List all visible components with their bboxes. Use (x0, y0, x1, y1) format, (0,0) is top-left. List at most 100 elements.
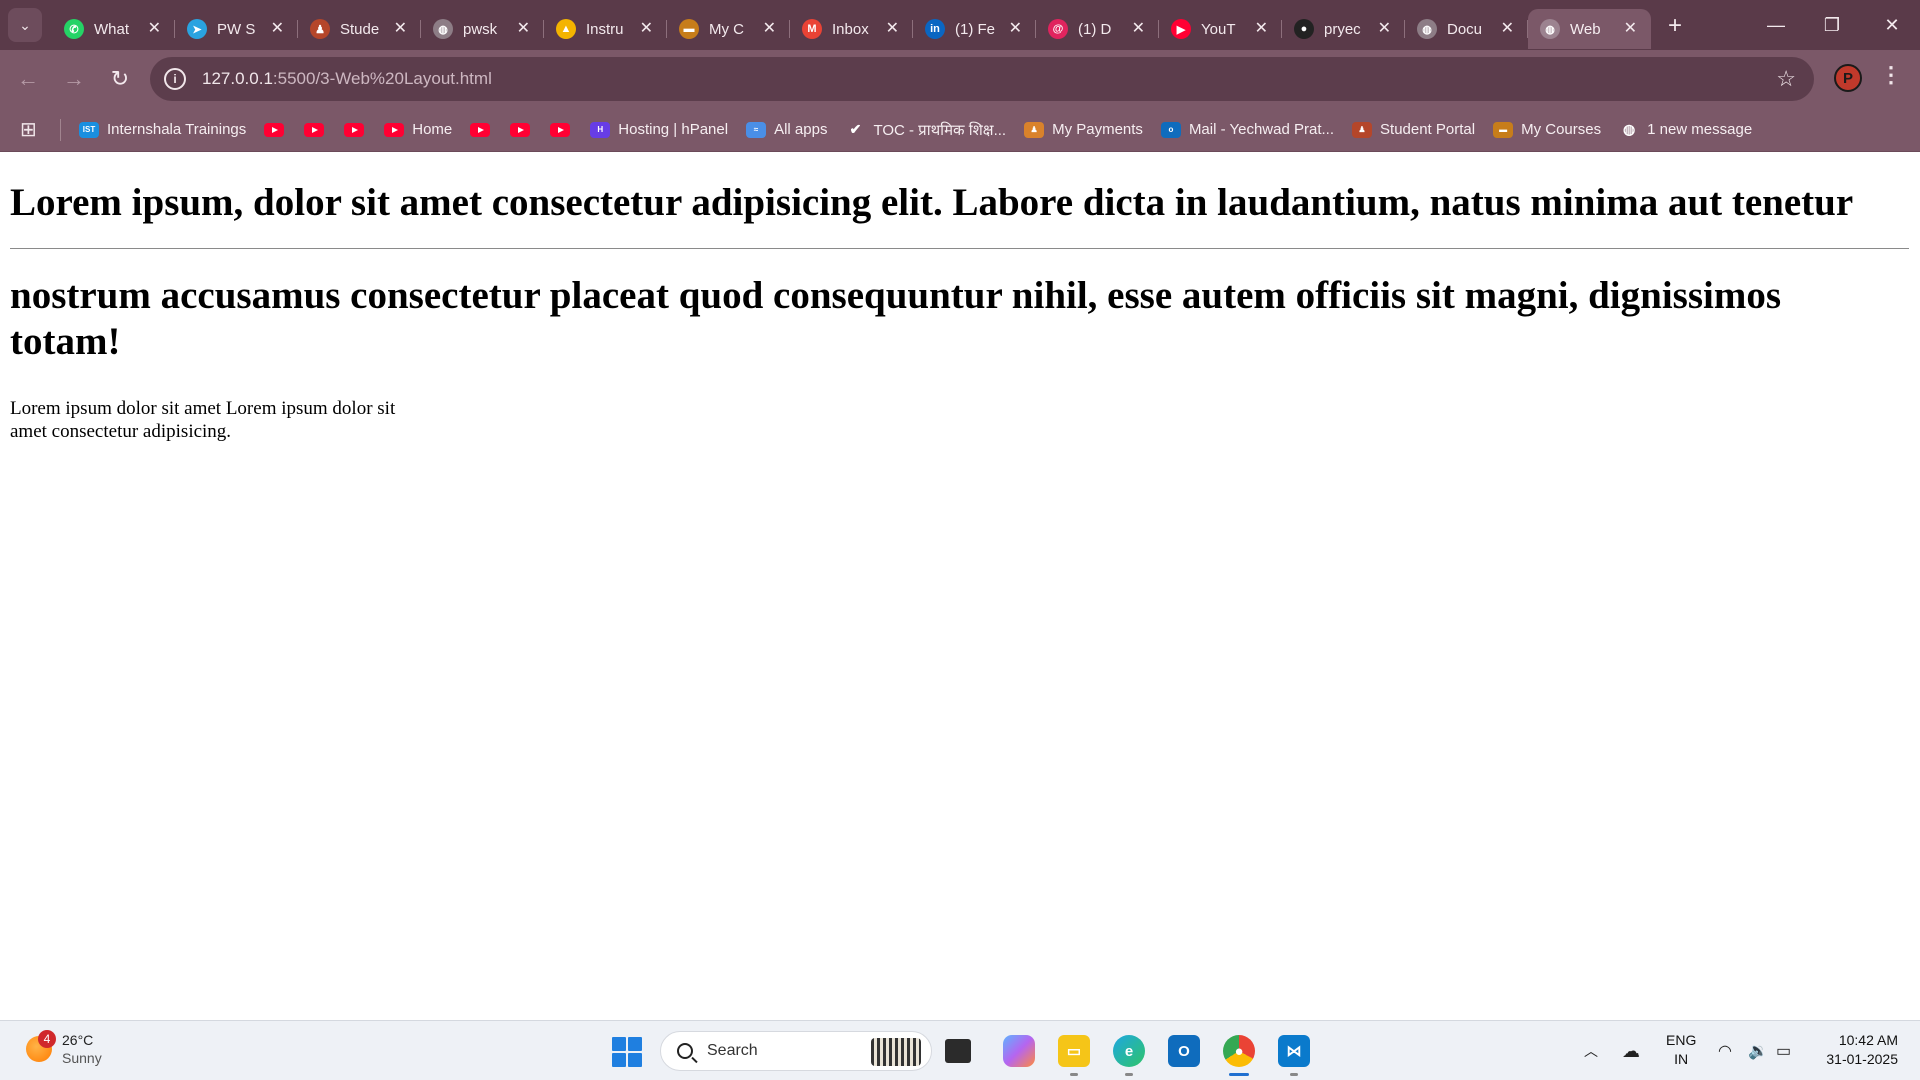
chrome-icon[interactable]: ● (1223, 1035, 1255, 1067)
forward-button[interactable]: → (52, 57, 96, 101)
close-tab-icon[interactable]: ✕ (148, 18, 161, 38)
bookmark-item[interactable]: o Mail - Yechwad Prat... (1160, 121, 1334, 138)
bookmark-item[interactable]: ▬ My Courses (1493, 121, 1601, 138)
close-tab-icon[interactable]: ✕ (394, 18, 407, 38)
close-tab-icon[interactable]: ✕ (1624, 18, 1637, 38)
browser-tab[interactable]: ➤ PW S ✕ (175, 9, 298, 49)
bookmark-item[interactable]: ◍ 1 new message (1619, 121, 1752, 138)
taskbar-search[interactable]: Search (660, 1031, 932, 1071)
bookmark-item[interactable] (344, 122, 372, 137)
close-tab-icon[interactable]: ✕ (1378, 18, 1391, 38)
outlook-icon[interactable]: O (1168, 1035, 1200, 1067)
show-hidden-icons[interactable]: ︿ (1584, 1021, 1598, 1080)
browser-tab[interactable]: ▲ Instru ✕ (544, 9, 667, 49)
close-tab-icon[interactable]: ✕ (1132, 18, 1145, 38)
site-info-icon[interactable]: i (164, 68, 186, 90)
more-menu-icon[interactable]: ⋮ (1880, 62, 1902, 88)
minimize-icon: — (1767, 14, 1785, 35)
back-button[interactable]: ← (6, 57, 50, 101)
edge-indicator (1125, 1073, 1133, 1076)
clock[interactable]: 10:42 AM 31-01-2025 (1826, 1031, 1898, 1069)
browser-tab[interactable]: ◍ Web ✕ (1528, 9, 1651, 49)
close-tab-icon[interactable]: ✕ (271, 18, 284, 38)
bookmark-item[interactable]: ≈ All apps (746, 121, 827, 138)
bookmark-item[interactable] (264, 122, 292, 137)
new-tab-button[interactable]: + (1655, 6, 1695, 46)
sun-icon: 4 (26, 1030, 56, 1062)
browser-tab[interactable]: ✆ What ✕ (52, 9, 175, 49)
bookmark-item[interactable] (304, 122, 332, 137)
close-tab-icon[interactable]: ✕ (1009, 18, 1022, 38)
browser-tab[interactable]: @ (1) D ✕ (1036, 9, 1159, 49)
reload-button[interactable]: ↻ (98, 57, 142, 101)
tab-title: pwsk (463, 20, 498, 38)
bookmark-item[interactable]: Home (384, 121, 452, 138)
bookmark-item[interactable]: H Hosting | hPanel (590, 121, 728, 138)
battery-icon[interactable]: ▭ (1776, 1021, 1791, 1080)
restore-button[interactable]: ❐ (1804, 0, 1860, 50)
apps-grid-icon[interactable]: ⊞ (20, 117, 46, 142)
bookmark-item[interactable] (510, 122, 538, 137)
vscode-icon[interactable]: ⋈ (1278, 1035, 1310, 1067)
clock-date: 31-01-2025 (1826, 1051, 1898, 1067)
tab-list: ✆ What ✕ ➤ PW S ✕ ♟ Stude ✕ ◍ pwsk ✕ ▲ Instru ✕ ▬ My C ✕ M… (52, 1, 1651, 49)
close-tab-icon[interactable]: ✕ (1501, 18, 1514, 38)
profile-avatar[interactable]: P (1834, 64, 1862, 92)
close-tab-icon[interactable]: ✕ (640, 18, 653, 38)
bookmark-star-icon[interactable]: ☆ (1776, 66, 1796, 92)
bookmark-item[interactable]: ♟ My Payments (1024, 121, 1143, 138)
browser-tab[interactable]: ● pryec ✕ (1282, 9, 1405, 49)
bookmark-item[interactable]: ♟ Student Portal (1352, 121, 1475, 138)
tab-title: My C (709, 20, 744, 38)
weather-badge: 4 (38, 1030, 56, 1048)
language-indicator[interactable]: ENG IN (1666, 1031, 1696, 1069)
close-tab-icon[interactable]: ✕ (763, 18, 776, 38)
globe-icon: ◍ (1540, 19, 1560, 39)
close-tab-icon[interactable]: ✕ (1255, 18, 1268, 38)
youtube-icon: ▶ (1171, 19, 1191, 39)
onedrive-icon[interactable]: ☁ (1622, 1021, 1640, 1080)
file-explorer-icon[interactable]: ▭ (1058, 1035, 1090, 1067)
browser-tab[interactable]: M Inbox ✕ (790, 9, 913, 49)
bookmark-item[interactable] (470, 122, 498, 137)
youtube-icon (264, 122, 285, 137)
bookmark-item[interactable] (550, 122, 578, 137)
browser-tab[interactable]: ▬ My C ✕ (667, 9, 790, 49)
close-tab-icon[interactable]: ✕ (517, 18, 530, 38)
whatsapp-icon: ✆ (64, 19, 84, 39)
youtube-icon (510, 122, 531, 137)
wifi-icon[interactable]: ◠ (1718, 1021, 1732, 1080)
browser-tab[interactable]: ◍ Docu ✕ (1405, 9, 1528, 49)
copilot-icon[interactable] (1003, 1035, 1035, 1067)
close-window-button[interactable]: ✕ (1864, 0, 1920, 50)
bookmark-list: IST Internshala Trainings Home H Hosting | h… (79, 120, 1770, 140)
browser-tab[interactable]: ♟ Stude ✕ (298, 9, 421, 49)
edge-icon[interactable]: e (1113, 1035, 1145, 1067)
bookmark-item[interactable]: IST Internshala Trainings (79, 121, 246, 138)
weather-widget[interactable]: 4 26°C Sunny (26, 1030, 102, 1067)
youtube-icon (550, 122, 571, 137)
bookmark-item[interactable]: ✔ TOC - प्राथमिक शिक्ष... (845, 120, 1007, 140)
bookmark-label: My Courses (1521, 121, 1602, 138)
url-text[interactable]: 127.0.0.1:5500/3-Web%20Layout.html (202, 69, 492, 89)
horizontal-rule (10, 248, 1909, 249)
github-icon: ● (1294, 19, 1314, 39)
chevron-up-icon: ︿ (1584, 1043, 1598, 1059)
outlook-icon: o (1160, 121, 1181, 138)
volume-icon[interactable]: 🔉 (1748, 1021, 1768, 1080)
browser-tab[interactable]: ▶ YouT ✕ (1159, 9, 1282, 49)
minimize-button[interactable]: — (1748, 0, 1804, 50)
browser-tab[interactable]: ◍ pwsk ✕ (421, 9, 544, 49)
browser-tab[interactable]: in (1) Fe ✕ (913, 9, 1036, 49)
close-tab-icon[interactable]: ✕ (886, 18, 899, 38)
globe-icon: ◍ (433, 19, 453, 39)
address-bar[interactable]: i 127.0.0.1:5500/3-Web%20Layout.html ☆ (150, 57, 1814, 101)
bookmarks-bar: ⊞ IST Internshala Trainings Home H Hosting |… (0, 108, 1920, 152)
start-button[interactable] (612, 1037, 642, 1067)
windows-taskbar: 4 26°C Sunny Search ▭ e O ● ⋈ ︿ ☁ ENG IN… (0, 1020, 1920, 1080)
task-view-icon[interactable] (945, 1039, 971, 1063)
language-code: ENG (1666, 1032, 1697, 1048)
arrow-left-icon: ← (17, 66, 39, 91)
globe-icon: ◍ (1417, 19, 1437, 39)
tab-search-button[interactable]: ⌄ (8, 8, 42, 42)
